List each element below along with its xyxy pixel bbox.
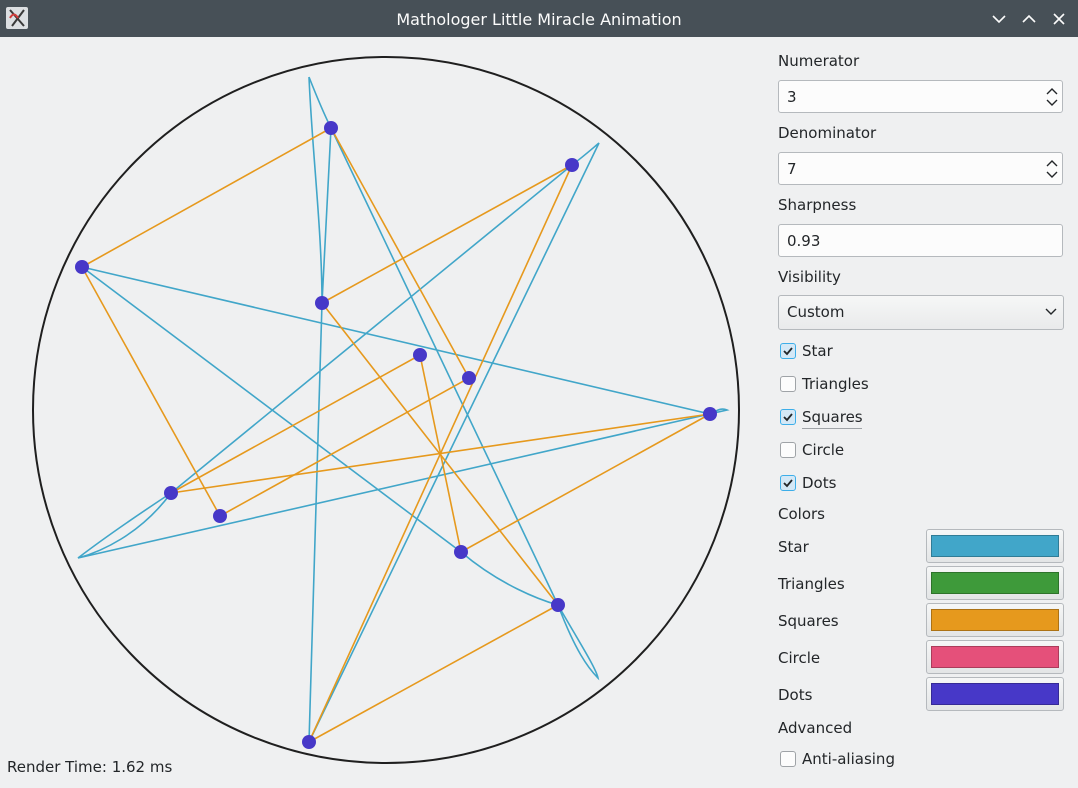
sharpness-value: 0.93	[787, 232, 821, 250]
checkbox-antialiasing-label: Anti-aliasing	[802, 750, 895, 768]
boundary-circle	[32, 56, 740, 764]
sharpness-label: Sharpness	[778, 196, 857, 214]
sharpness-input[interactable]: 0.93	[778, 224, 1063, 257]
spin-arrows-icon[interactable]	[1045, 85, 1059, 109]
color-squares-button[interactable]	[926, 603, 1064, 637]
star-curve	[77, 76, 730, 743]
color-swatch	[931, 572, 1059, 594]
checkbox-dots-label: Dots	[802, 474, 837, 492]
render-time-label: Render Time: 1.62 ms	[7, 758, 173, 776]
spin-arrows-icon[interactable]	[1045, 157, 1059, 181]
color-swatch	[931, 535, 1059, 557]
checkbox-squares-label: Squares	[802, 408, 863, 426]
square-edge	[81, 127, 332, 268]
checkbox-triangles-box[interactable]	[780, 376, 796, 392]
checkbox-squares-box[interactable]	[780, 409, 796, 425]
color-dots-button[interactable]	[926, 677, 1064, 711]
dot	[703, 407, 717, 421]
checkmark-icon	[783, 479, 793, 488]
dot	[324, 121, 338, 135]
square-edge	[321, 164, 573, 304]
color-swatch	[931, 646, 1059, 668]
dot	[454, 545, 468, 559]
color-dots-label: Dots	[778, 686, 813, 704]
animation-drawing	[32, 56, 740, 764]
dot	[213, 509, 227, 523]
checkmark-icon	[783, 347, 793, 356]
numerator-value: 3	[787, 88, 797, 106]
minimize-icon[interactable]	[989, 9, 1009, 29]
denominator-spinbox[interactable]: 7	[778, 152, 1063, 185]
dot	[551, 598, 565, 612]
color-triangles-button[interactable]	[926, 566, 1064, 600]
advanced-heading: Advanced	[778, 719, 853, 737]
square-edge	[81, 266, 221, 517]
color-triangles-label: Triangles	[778, 575, 845, 593]
color-star-button[interactable]	[926, 529, 1064, 563]
dot	[462, 371, 476, 385]
checkbox-antialiasing-box[interactable]	[780, 751, 796, 767]
checkbox-star-label: Star	[802, 342, 833, 360]
color-swatch	[931, 609, 1059, 631]
focus-underline	[802, 428, 862, 429]
denominator-value: 7	[787, 160, 797, 178]
color-circle-button[interactable]	[926, 640, 1064, 674]
visibility-selected: Custom	[787, 303, 845, 321]
color-star-label: Star	[778, 538, 809, 556]
checkbox-circle-label: Circle	[802, 441, 845, 459]
dot	[565, 158, 579, 172]
visibility-select[interactable]: Custom	[778, 295, 1064, 330]
animation-canvas[interactable]	[0, 37, 770, 784]
colors-heading: Colors	[778, 505, 825, 523]
square-edge	[170, 354, 421, 494]
window-title: Mathologer Little Miracle Animation	[396, 10, 682, 29]
color-squares-label: Squares	[778, 612, 839, 630]
checkbox-dots-box[interactable]	[780, 475, 796, 491]
checkbox-circle-box[interactable]	[780, 442, 796, 458]
dot	[75, 260, 89, 274]
checkmark-icon	[783, 413, 793, 422]
color-circle-label: Circle	[778, 649, 821, 667]
dot	[302, 735, 316, 749]
color-swatch	[931, 683, 1059, 705]
chevron-down-icon	[1045, 308, 1057, 315]
title-bar: Mathologer Little Miracle Animation	[0, 0, 1078, 37]
numerator-spinbox[interactable]: 3	[778, 80, 1063, 113]
checkbox-triangles-label: Triangles	[802, 375, 869, 393]
star-path	[77, 76, 730, 743]
dot	[315, 296, 329, 310]
checkbox-star-box[interactable]	[780, 343, 796, 359]
close-icon[interactable]	[1049, 9, 1069, 29]
visibility-label: Visibility	[778, 268, 841, 286]
square-edge	[308, 604, 559, 743]
numerator-label: Numerator	[778, 52, 860, 70]
maximize-icon[interactable]	[1019, 9, 1039, 29]
dot	[164, 486, 178, 500]
denominator-label: Denominator	[778, 124, 877, 142]
square-edge	[460, 413, 711, 553]
dot	[413, 348, 427, 362]
